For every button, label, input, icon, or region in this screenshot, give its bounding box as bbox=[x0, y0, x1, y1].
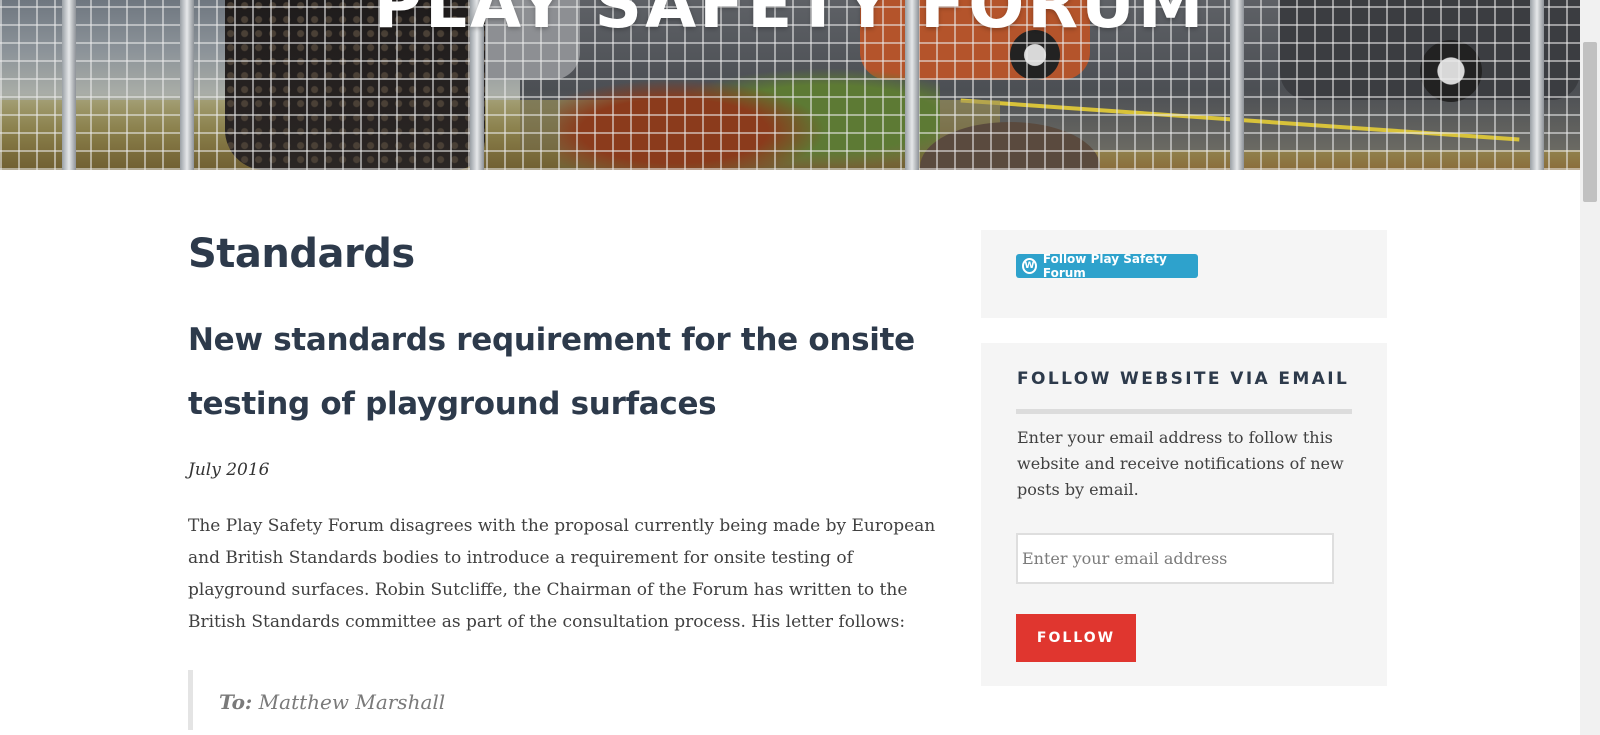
header-banner: PLAY SAFETY FORUM bbox=[0, 0, 1580, 170]
wordpress-icon: W bbox=[1022, 258, 1037, 274]
main-content: Standards New standards requirement for … bbox=[188, 226, 948, 730]
post-body: The Play Safety Forum disagrees with the… bbox=[188, 516, 936, 632]
widget-divider bbox=[1016, 409, 1352, 414]
page-title: Standards bbox=[188, 231, 415, 277]
widget-description: Enter your email address to follow this … bbox=[1017, 428, 1344, 499]
email-subscribe-widget: FOLLOW WEBSITE VIA EMAIL Enter your emai… bbox=[981, 343, 1387, 686]
widget-title: FOLLOW WEBSITE VIA EMAIL bbox=[1017, 369, 1350, 389]
post-title[interactable]: New standards requirement for the onsite… bbox=[188, 308, 948, 436]
site-title[interactable]: PLAY SAFETY FORUM bbox=[0, 0, 1580, 43]
letter-blockquote: To: Matthew Marshall bbox=[188, 670, 948, 730]
wordpress-follow-label: Follow Play Safety Forum bbox=[1042, 252, 1167, 280]
scrollbar-thumb[interactable] bbox=[1583, 42, 1597, 202]
post-date: July 2016 bbox=[188, 460, 270, 480]
email-field[interactable] bbox=[1016, 533, 1334, 584]
quote-recipient: Matthew Marshall bbox=[258, 690, 446, 714]
wordpress-follow-button[interactable]: W Follow Play Safety Forum bbox=[1016, 252, 1198, 280]
page-scrollbar[interactable] bbox=[1580, 0, 1600, 735]
quote-label: To: bbox=[219, 690, 253, 714]
follow-widget: W Follow Play Safety Forum bbox=[981, 230, 1387, 318]
follow-button[interactable]: FOLLOW bbox=[1016, 614, 1136, 662]
